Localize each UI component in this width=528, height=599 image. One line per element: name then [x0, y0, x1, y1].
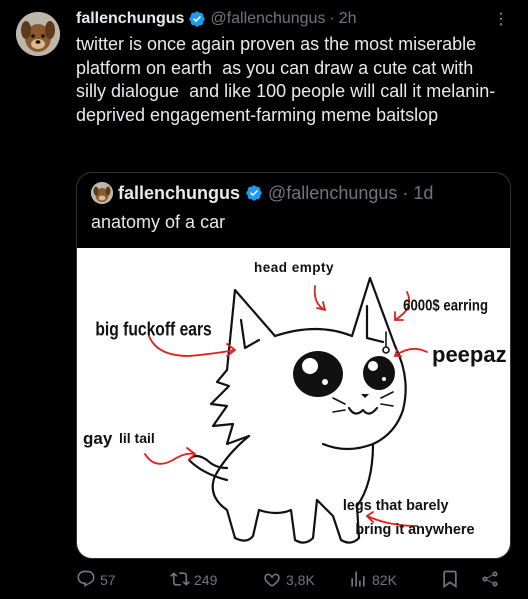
tweet-timestamp[interactable]: 2h [339, 10, 357, 28]
repost-count: 249 [194, 572, 218, 588]
cat-eyes [293, 351, 395, 398]
views-count: 82K [372, 572, 397, 588]
tweet-header: fallenchungus @fallenchungus · 2h [76, 8, 488, 30]
author-handle[interactable]: @fallenchungus [210, 10, 325, 28]
label-tail-rest: lil tail [119, 430, 155, 446]
bookmark-icon [440, 569, 460, 592]
quoted-author-avatar [91, 182, 113, 204]
label-peepaz: peepaz [432, 342, 507, 367]
author-name[interactable]: fallenchungus [76, 10, 184, 28]
like-button[interactable]: 3,8K [262, 568, 315, 592]
heart-icon [262, 569, 282, 592]
label-legs-line1: legs that barely [343, 498, 449, 514]
separator-dot: · [329, 10, 335, 27]
quoted-tweet-card[interactable]: fallenchungus @fallenchungus · 1d anatom… [76, 172, 511, 559]
quoted-author-handle: @fallenchungus [268, 182, 398, 203]
tweet-actions: 57 249 3,8K 82K [76, 568, 516, 592]
reply-icon [76, 569, 96, 592]
reply-count: 57 [100, 572, 116, 588]
analytics-icon [348, 569, 368, 592]
tweet-text: twitter is once again proven as the most… [76, 34, 496, 125]
quoted-tweet-timestamp: 1d [413, 182, 434, 203]
verified-badge-icon [188, 10, 206, 28]
author-avatar[interactable] [16, 12, 60, 56]
more-options-icon[interactable] [490, 8, 512, 30]
repost-icon [170, 569, 190, 592]
quoted-verified-badge-icon [245, 184, 263, 202]
views-button[interactable]: 82K [348, 568, 397, 592]
label-earring: 6000$ earring [403, 298, 488, 315]
quoted-tweet-text: anatomy of a car [91, 212, 226, 232]
quoted-tweet-header: fallenchungus @fallenchungus · 1d [91, 181, 433, 205]
label-tail-gay: gay [83, 429, 113, 448]
like-count: 3,8K [286, 572, 315, 588]
label-ears: big fuckoff ears [95, 318, 211, 340]
label-head-empty: head empty [254, 260, 334, 275]
quoted-separator-dot: · [402, 182, 409, 203]
bookmark-button[interactable] [440, 568, 460, 592]
share-icon [480, 569, 500, 592]
label-legs-line2: bring it anywhere [355, 522, 474, 538]
quoted-author-name: fallenchungus [118, 182, 241, 203]
quoted-tweet-image[interactable]: head empty big fuckoff ears 6000$ earrin… [77, 248, 510, 558]
reply-button[interactable]: 57 [76, 568, 116, 592]
cat-drawing: head empty big fuckoff ears 6000$ earrin… [83, 260, 507, 544]
share-button[interactable] [480, 568, 500, 592]
repost-button[interactable]: 249 [170, 568, 217, 592]
